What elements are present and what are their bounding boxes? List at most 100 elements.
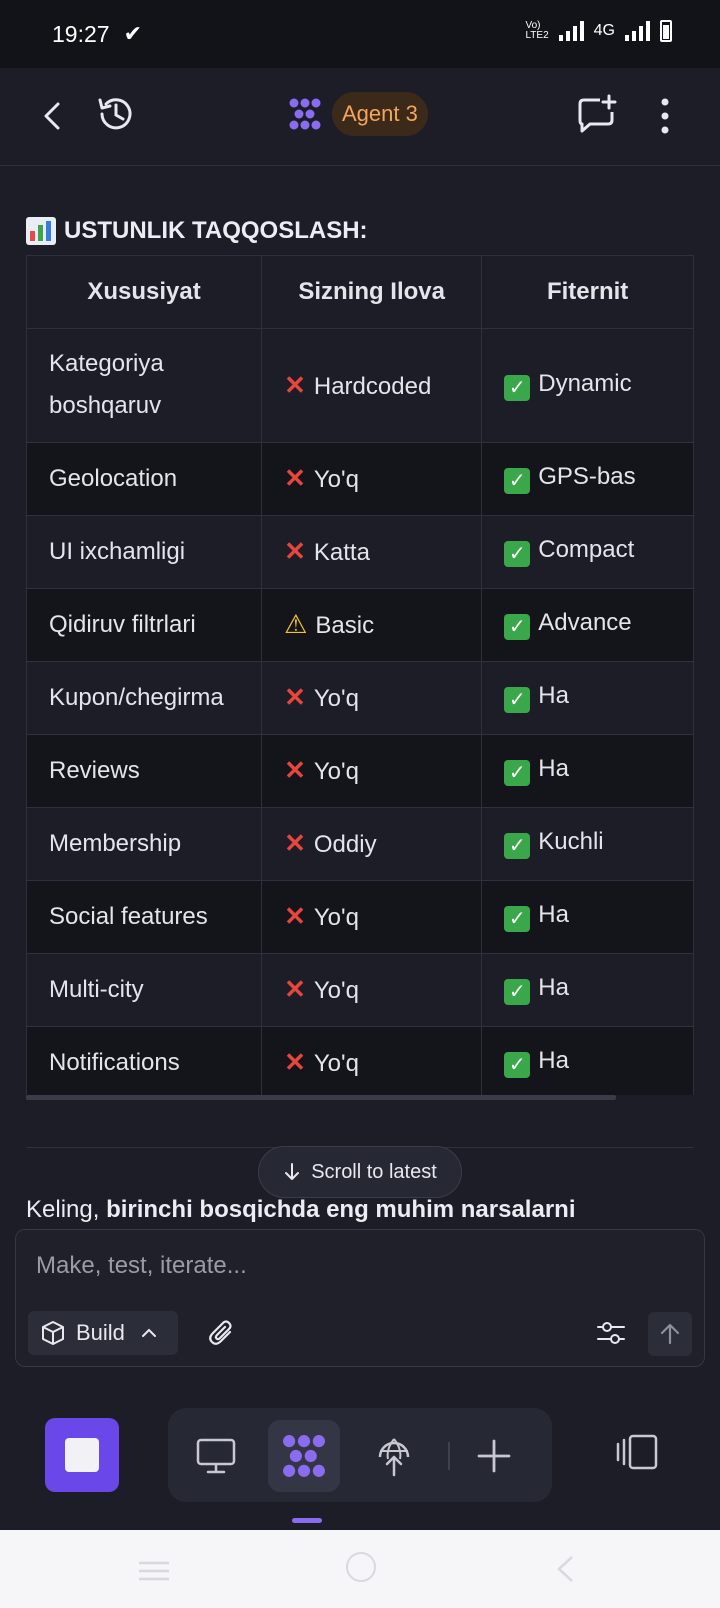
volte-icon: Vo) LTE2 [525,20,549,41]
table-header-row: Xususiyat Sizning Ilova Fiternit [27,256,694,329]
warning-icon: ⚠ [284,609,308,639]
check-icon: ✓ [504,614,531,640]
agent-tab[interactable] [268,1420,340,1492]
bar-chart-icon [26,217,56,245]
cross-icon: ✕ [284,828,306,858]
globe-upload-icon [378,1438,410,1477]
build-mode-button[interactable]: Build [28,1311,178,1355]
section-title-text: USTUNLIK TAQQOSLASH: [64,217,368,244]
split-view-icon[interactable] [614,1432,660,1472]
check-icon: ✓ [504,760,531,786]
stop-icon [65,1438,99,1472]
table-row: Social features ✕ Yo'q ✓ Ha [27,880,694,954]
theirs-value: Advance [538,609,632,636]
scroll-to-latest-label: Scroll to latest [311,1160,437,1183]
ours-value: Yo'q [313,466,359,493]
cross-icon: ✕ [284,755,306,785]
status-bar: 19:27 ✔ Vo) LTE2 4G [0,0,720,68]
message-composer[interactable]: Make, test, iterate... Build [15,1229,705,1367]
tool-dock [168,1408,552,1502]
arrow-up-icon [660,1323,680,1345]
deploy-tab[interactable] [358,1420,430,1492]
back-nav-icon[interactable] [554,1554,576,1584]
agent-badge: Agent 3 [332,92,428,136]
stop-button[interactable] [45,1418,119,1492]
bottom-toolbar [0,1370,720,1530]
plus-icon [477,1439,511,1473]
build-mode-label: Build [76,1320,125,1345]
send-button[interactable] [648,1312,692,1356]
table-row: Geolocation ✕ Yo'q ✓ GPS-bas [27,442,694,516]
feature-cell: Geolocation [27,442,263,516]
ours-value: Hardcoded [313,372,432,400]
agent-logo-icon [289,98,321,130]
home-icon[interactable] [346,1552,376,1582]
back-arrow-icon[interactable] [38,96,68,136]
composer-input[interactable]: Make, test, iterate... [36,1252,247,1280]
add-tab-button[interactable] [458,1420,530,1492]
theirs-cell: ✓ Ha [481,661,694,735]
table-row: Kategoriya boshqaruv ✕ Hardcoded ✓ Dynamic [27,328,694,443]
recent-apps-icon[interactable] [137,1560,171,1582]
cube-icon [42,1321,64,1345]
theirs-cell: ✓ GPS-bas [481,442,694,516]
paperclip-icon[interactable] [208,1319,236,1347]
chevron-up-icon [141,1328,156,1337]
check-icon: ✓ [504,374,531,401]
ours-cell: ✕ Hardcoded [261,328,483,443]
app-header: Agent 3 [0,68,720,166]
preview-tab[interactable] [180,1420,252,1492]
more-vertical-icon[interactable] [650,96,680,136]
table-horizontal-scrollbar[interactable] [26,1095,616,1100]
theirs-value: Compact [538,536,635,563]
ours-cell: ✕ Yo'q [261,953,483,1027]
ours-value: Yo'q [313,758,359,785]
table-row: Qidiruv filtrlari ⚠ Basic ✓ Advance [27,588,694,662]
sliders-icon[interactable] [596,1319,626,1347]
theirs-value: Ha [538,682,569,709]
feature-cell: UI ixchamligi [27,515,263,589]
theirs-value: Ha [538,755,569,782]
cross-icon: ✕ [284,536,306,566]
ours-cell: ✕ Yo'q [261,734,483,808]
history-icon[interactable] [94,92,138,136]
message-text-prefix: Keling, [26,1196,107,1223]
chat-content: USTUNLIK TAQQOSLASH: Xususiyat Sizning I… [0,167,720,1231]
ours-cell: ✕ Yo'q [261,1026,483,1095]
table-row: Kupon/chegirma ✕ Yo'q ✓ Ha [27,661,694,735]
ours-value: Yo'q [313,904,359,931]
feature-cell: Reviews [27,734,263,808]
theirs-cell: ✓ Dynamic [481,328,694,443]
arrow-down-icon [285,1163,300,1180]
theirs-cell: ✓ Compact [481,515,694,589]
agent-selector[interactable]: Agent 3 [288,92,428,136]
theirs-value: Ha [538,901,569,928]
check-icon: ✓ [504,906,531,932]
new-chat-icon[interactable] [576,94,618,136]
table-header: Fiternit [481,256,694,329]
comparison-table-container[interactable]: Xususiyat Sizning Ilova Fiternit Kategor… [26,255,694,1095]
download-done-icon: ✔ [123,21,142,46]
cross-icon: ✕ [284,901,306,931]
ours-value: Basic [315,612,375,639]
ours-cell: ✕ Yo'q [261,880,483,954]
status-time: 19:27 [52,20,110,47]
feature-cell: Qidiruv filtrlari [27,588,263,662]
feature-cell: Kategoriya boshqaruv [27,328,263,443]
comparison-table: Xususiyat Sizning Ilova Fiternit Kategor… [27,256,694,1095]
theirs-cell: ✓ Kuchli [481,807,694,881]
ours-value: Oddiy [313,831,377,858]
theirs-cell: ✓ Advance [481,588,694,662]
table-header: Xususiyat [27,256,263,329]
table-row: UI ixchamligi ✕ Katta ✓ Compact [27,515,694,589]
scroll-to-latest-button[interactable]: Scroll to latest [258,1146,462,1198]
ours-cell: ⚠ Basic [261,588,483,662]
check-icon: ✓ [504,687,531,713]
ours-cell: ✕ Oddiy [261,807,483,881]
active-tab-indicator [292,1518,322,1523]
table-row: Notifications ✕ Yo'q ✓ Ha [27,1026,694,1095]
check-icon: ✓ [504,833,531,859]
theirs-value: Ha [538,1047,569,1074]
monitor-icon [196,1438,236,1474]
theirs-cell: ✓ Ha [481,734,694,808]
